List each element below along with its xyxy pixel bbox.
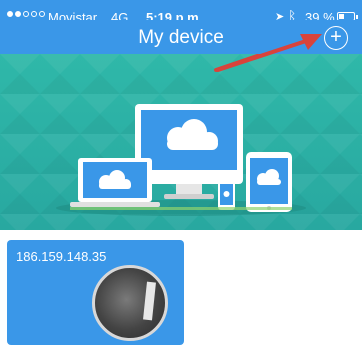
signal-dot — [39, 11, 45, 17]
signal-dot — [23, 11, 29, 17]
nav-bar: My device + — [0, 20, 362, 54]
page-title: My device — [138, 27, 224, 48]
devices-illustration — [0, 54, 362, 230]
phone-icon — [218, 180, 235, 210]
device-thumbnail — [92, 265, 168, 341]
device-ip-address: 186.159.148.35 — [16, 249, 107, 264]
signal-strength-icon — [7, 11, 45, 17]
device-card[interactable]: 186.159.148.35 — [7, 240, 184, 345]
signal-dot — [31, 11, 37, 17]
signal-dot — [15, 11, 21, 17]
plus-circle-icon: + — [330, 26, 342, 48]
add-device-button[interactable]: + — [324, 26, 348, 50]
battery-fill — [339, 14, 344, 19]
laptop-icon — [70, 158, 160, 207]
battery-tip — [356, 15, 358, 19]
thumbnail-highlight — [143, 281, 156, 321]
signal-dot — [7, 11, 13, 17]
tablet-icon — [246, 152, 292, 212]
devices-banner — [0, 54, 362, 230]
